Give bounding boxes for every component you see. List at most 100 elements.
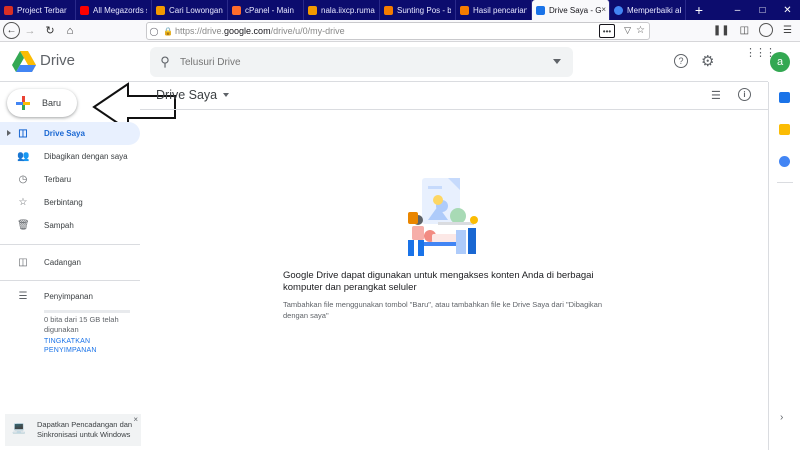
browser-tab[interactable]: Project Terbar bbox=[0, 0, 76, 20]
browser-tab[interactable]: cPanel - Main bbox=[228, 0, 304, 20]
drive-logo-icon[interactable] bbox=[12, 51, 36, 72]
calendar-icon[interactable] bbox=[779, 92, 790, 103]
close-icon[interactable]: × bbox=[133, 415, 138, 424]
browser-nav-bar: ← → ↻ ⌂ ◯ 🔒 https://drive.google.com/dri… bbox=[0, 20, 800, 42]
browser-tab-bar: Project Terbar All Megazords s Cari Lowo… bbox=[0, 0, 800, 20]
tab-favicon-icon bbox=[232, 5, 241, 15]
new-tab-button[interactable]: + bbox=[686, 0, 712, 20]
side-panel: › bbox=[768, 82, 800, 450]
address-bar[interactable]: ◯ 🔒 https://drive.google.com/drive/u/0/m… bbox=[146, 22, 650, 40]
search-box[interactable]: ⚲ bbox=[150, 47, 573, 77]
shield-icon[interactable]: ◯ bbox=[147, 27, 161, 36]
search-input[interactable] bbox=[180, 56, 540, 68]
tab-favicon-icon bbox=[156, 5, 165, 15]
list-view-icon[interactable]: ☰ bbox=[711, 89, 721, 102]
expand-arrow-icon[interactable] bbox=[7, 130, 11, 136]
sidebar-divider bbox=[0, 244, 140, 245]
library-icon[interactable]: ❚❚ bbox=[713, 25, 730, 36]
storage-usage-text: 0 bita dari 15 GB telah digunakan bbox=[44, 315, 119, 334]
drive-logo-text[interactable]: Drive bbox=[40, 52, 75, 69]
sidebar-item-my-drive[interactable]: ◫ Drive Saya bbox=[0, 122, 140, 145]
backup-banner-text: Dapatkan Pencadangan dan Sinkronisasi un… bbox=[37, 420, 133, 439]
sidebar-item-label: Drive Saya bbox=[44, 129, 85, 138]
tab-favicon-icon bbox=[308, 5, 317, 15]
page-title-text: Drive Saya bbox=[156, 88, 218, 102]
browser-tab[interactable]: nala.iixcp.rumah bbox=[304, 0, 380, 20]
sidebar-item-starred[interactable]: ☆ Berbintang bbox=[0, 191, 140, 214]
sidebar-item-label: Dibagikan dengan saya bbox=[44, 152, 128, 161]
star-icon: ☆ bbox=[18, 197, 28, 208]
back-icon[interactable]: ← bbox=[3, 22, 20, 39]
bookmark-star-icon[interactable]: ☆ bbox=[636, 25, 645, 36]
apps-grid-icon[interactable]: ⋮⋮⋮ bbox=[745, 48, 776, 59]
home-icon[interactable]: ⌂ bbox=[60, 21, 80, 41]
forward-icon[interactable]: → bbox=[20, 21, 40, 41]
keep-icon[interactable] bbox=[779, 124, 790, 135]
url-domain: google.com bbox=[224, 26, 271, 36]
search-icon[interactable]: ⚲ bbox=[150, 54, 180, 70]
pocket-icon[interactable]: ▽ bbox=[624, 25, 631, 36]
chevron-down-icon bbox=[223, 93, 230, 97]
url-scheme: https://drive. bbox=[175, 26, 225, 36]
empty-state-title: Google Drive dapat digunakan untuk menga… bbox=[283, 270, 594, 293]
storage-icon: ☰ bbox=[18, 291, 28, 302]
browser-tab[interactable]: Memperbaiki ak bbox=[610, 0, 686, 20]
sidebar-item-trash[interactable]: 🗑 Sampah bbox=[0, 214, 140, 237]
empty-drive-illustration bbox=[408, 178, 478, 256]
page-title[interactable]: Drive Saya bbox=[156, 88, 230, 102]
clock-icon: ◷ bbox=[18, 174, 28, 185]
side-panel-divider bbox=[777, 182, 793, 183]
window-close-icon[interactable]: ✕ bbox=[775, 0, 800, 20]
tasks-icon[interactable] bbox=[779, 156, 790, 167]
account-avatar[interactable]: a bbox=[770, 52, 790, 72]
page-actions-button[interactable]: ••• bbox=[599, 24, 615, 38]
info-icon[interactable]: i bbox=[738, 88, 751, 101]
sidebar-item-storage[interactable]: ☰ Penyimpanan bbox=[0, 285, 140, 308]
browser-tab[interactable]: Cari Lowongan K bbox=[152, 0, 228, 20]
sidebar-divider bbox=[0, 280, 140, 281]
sidebar-item-label: Sampah bbox=[44, 221, 74, 230]
trash-icon: 🗑 bbox=[17, 220, 30, 231]
drive-header: Drive ⚲ ? ⚙ ⋮⋮⋮ a bbox=[0, 42, 790, 82]
tab-favicon-icon bbox=[384, 5, 393, 15]
backup-icon: ◫ bbox=[18, 257, 28, 268]
sidebar-item-recent[interactable]: ◷ Terbaru bbox=[0, 168, 140, 191]
close-tab-icon[interactable]: × bbox=[601, 5, 606, 14]
sidebar-item-label: Berbintang bbox=[44, 198, 83, 207]
sidebar-item-label: Penyimpanan bbox=[44, 292, 93, 301]
firefox-account-icon[interactable] bbox=[759, 23, 774, 37]
menu-icon[interactable]: ☰ bbox=[783, 25, 792, 36]
upgrade-storage-link[interactable]: TINGKATKAN PENYIMPANAN bbox=[44, 337, 134, 355]
chevron-right-icon[interactable]: › bbox=[780, 412, 783, 423]
sidebar-item-label: Terbaru bbox=[44, 175, 72, 184]
tab-favicon-icon bbox=[614, 5, 623, 15]
sidebar-item-shared[interactable]: 👥 Dibagikan dengan saya bbox=[0, 145, 140, 168]
url-path: /drive/u/0/my-drive bbox=[270, 26, 345, 36]
browser-tab[interactable]: All Megazords s bbox=[76, 0, 152, 20]
browser-tab[interactable]: Hasil pencarian bbox=[456, 0, 532, 20]
new-button[interactable]: Baru bbox=[7, 89, 77, 117]
empty-state-subtitle: Tambahkan file menggunakan tombol "Baru"… bbox=[283, 300, 602, 320]
minimize-icon[interactable]: – bbox=[725, 0, 750, 20]
reload-icon[interactable]: ↻ bbox=[40, 21, 60, 41]
lock-icon[interactable]: 🔒 bbox=[161, 27, 175, 36]
tab-favicon-icon bbox=[460, 5, 469, 15]
new-button-label: Baru bbox=[42, 98, 62, 108]
sidebar-item-backups[interactable]: ◫ Cadangan bbox=[0, 251, 140, 274]
browser-tab-active[interactable]: Drive Saya - G × bbox=[532, 0, 610, 20]
tab-favicon-icon bbox=[4, 5, 13, 15]
browser-tab[interactable]: Sunting Pos - bu bbox=[380, 0, 456, 20]
maximize-icon[interactable]: □ bbox=[750, 0, 775, 20]
computer-icon: 💻 bbox=[12, 422, 26, 434]
sidebar-icon[interactable]: ◫ bbox=[740, 25, 749, 36]
sidebar-item-label: Cadangan bbox=[44, 258, 81, 267]
tab-favicon-icon bbox=[80, 5, 89, 15]
backup-sync-banner[interactable]: 💻 Dapatkan Pencadangan dan Sinkronisasi … bbox=[5, 414, 141, 446]
content-divider bbox=[140, 109, 768, 110]
storage-usage-bar bbox=[44, 310, 130, 313]
settings-gear-icon[interactable]: ⚙ bbox=[701, 52, 714, 70]
shared-icon: 👥 bbox=[17, 151, 30, 162]
help-icon[interactable]: ? bbox=[674, 54, 688, 68]
sidebar-nav: ◫ Drive Saya 👥 Dibagikan dengan saya ◷ T… bbox=[0, 122, 140, 237]
search-options-icon[interactable] bbox=[553, 59, 561, 64]
